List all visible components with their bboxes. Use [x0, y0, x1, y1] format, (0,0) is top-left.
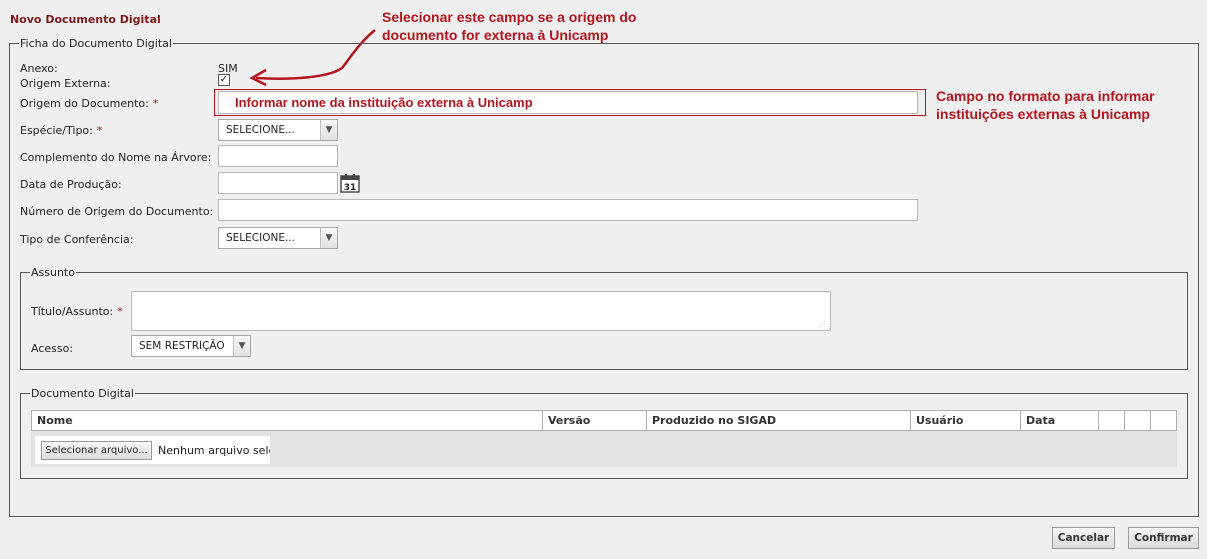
calendar-day-text: 31	[344, 183, 357, 193]
label-text: Origem do Documento:	[20, 97, 149, 110]
file-status-text: Nenhum arquivo selecionado	[158, 444, 270, 457]
tipo-conferencia-label: Tipo de Conferência:	[20, 233, 134, 246]
confirm-button[interactable]: Confirmar	[1128, 527, 1199, 549]
assunto-legend: Assunto	[30, 266, 76, 279]
cancel-button[interactable]: Cancelar	[1052, 527, 1115, 549]
select-value: SEM RESTRIÇÃO	[139, 340, 225, 352]
titulo-label: Título/Assunto: *	[31, 305, 123, 318]
numero-origem-input[interactable]	[218, 199, 918, 221]
column-header-nome[interactable]: Nome	[32, 411, 543, 430]
data-producao-label: Data de Produção:	[20, 178, 122, 191]
documento-digital-legend: Documento Digital	[30, 387, 135, 400]
resize-grip-icon[interactable]: ⋰	[819, 320, 827, 328]
page-title: Novo Documento Digital	[10, 13, 161, 26]
column-header-data[interactable]: Data	[1021, 411, 1099, 430]
required-mark: *	[117, 305, 123, 318]
required-mark: *	[96, 124, 103, 137]
tipo-conferencia-select[interactable]: SELECIONE... ▼	[218, 227, 338, 249]
annotation-line: Selecionar este campo se a origem do	[382, 9, 637, 25]
calendar-icon[interactable]: 31	[340, 173, 360, 193]
annotation-checkbox-note: Selecionar este campo se a origem do doc…	[382, 8, 636, 44]
annotation-line: documento for externa à Unicamp	[382, 27, 609, 43]
column-header-produzido[interactable]: Produzido no SIGAD	[647, 411, 911, 430]
numero-origem-label: Número de Origem do Documento:	[20, 205, 214, 218]
acesso-label: Acesso:	[31, 342, 74, 355]
column-header-versao[interactable]: Versão	[543, 411, 647, 430]
select-file-button[interactable]: Selecionar arquivo...	[41, 441, 152, 460]
origin-hint-text: Informar nome da instituição externa à U…	[235, 95, 533, 110]
origem-externa-checkbox[interactable]: ✓	[218, 74, 230, 86]
column-header-action	[1125, 411, 1151, 430]
chevron-down-icon: ▼	[233, 336, 250, 356]
titulo-textarea[interactable]: ⋰	[131, 291, 831, 331]
file-table-header: Nome Versão Produzido no SIGAD Usuário D…	[31, 410, 1177, 431]
select-value: SELECIONE...	[226, 232, 295, 244]
required-mark: *	[152, 97, 159, 110]
origem-documento-label: Origem do Documento: *	[20, 97, 158, 110]
anexo-label: Anexo:	[20, 62, 58, 75]
acesso-select[interactable]: SEM RESTRIÇÃO ▼	[131, 335, 251, 357]
data-producao-input[interactable]	[218, 172, 338, 194]
complemento-input[interactable]	[218, 145, 338, 167]
label-text: Título/Assunto:	[31, 305, 114, 318]
complemento-label: Complemento do Nome na Árvore:	[20, 151, 212, 164]
column-header-action	[1151, 411, 1176, 430]
label-text: Espécie/Tipo:	[20, 124, 93, 137]
chevron-down-icon: ▼	[320, 228, 337, 248]
ficha-legend: Ficha do Documento Digital	[19, 37, 173, 50]
chevron-down-icon: ▼	[320, 120, 337, 140]
select-value: SELECIONE...	[226, 124, 295, 136]
origem-externa-label: Origem Externa:	[20, 77, 111, 90]
origem-documento-input[interactable]: Informar nome da instituição externa à U…	[218, 91, 918, 114]
column-header-usuario[interactable]: Usuário	[911, 411, 1021, 430]
especie-label: Espécie/Tipo: *	[20, 124, 102, 137]
column-header-action	[1099, 411, 1125, 430]
especie-select[interactable]: SELECIONE... ▼	[218, 119, 338, 141]
